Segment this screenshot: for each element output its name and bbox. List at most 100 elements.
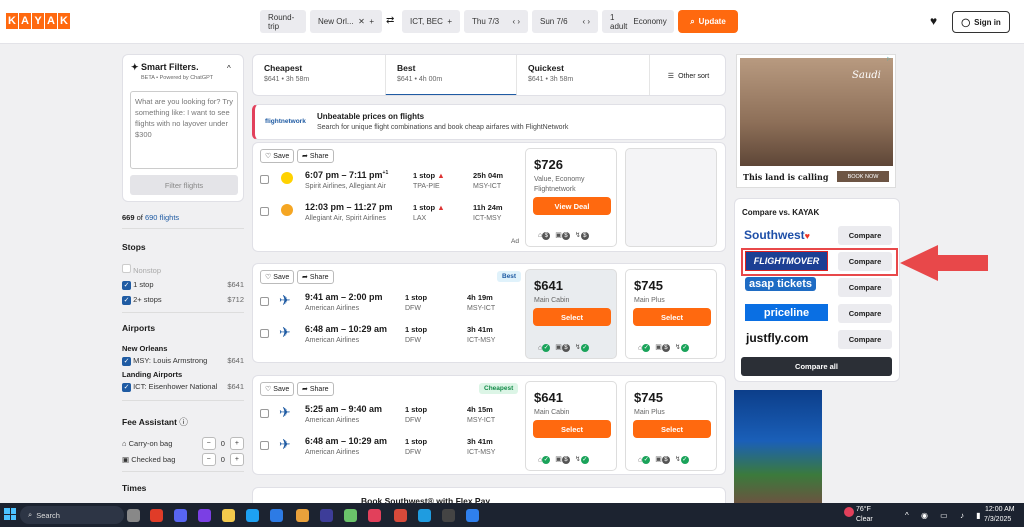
- heart-icon[interactable]: ♥: [930, 14, 937, 28]
- view-deal-button[interactable]: View Deal: [533, 197, 611, 215]
- save-button[interactable]: ♡ Save: [260, 149, 295, 163]
- leg1-route: MSY-ICT: [473, 183, 502, 190]
- add-icon[interactable]: +: [447, 17, 452, 26]
- price-box[interactable]: $726 Value, Economy Flightnetwork View D…: [525, 148, 617, 247]
- save-button[interactable]: ♡ Save: [260, 270, 295, 284]
- filter-flights-button[interactable]: Filter flights: [130, 175, 238, 195]
- book-now-button[interactable]: BOOK NOW: [837, 171, 889, 182]
- task-view-icon[interactable]: [127, 509, 140, 522]
- swap-icon[interactable]: ⇄: [386, 15, 394, 26]
- southwest-logo[interactable]: Southwest♥: [744, 228, 810, 242]
- terminal-icon[interactable]: [442, 509, 455, 522]
- priceline-logo[interactable]: priceline: [745, 304, 828, 321]
- minus-button[interactable]: −: [201, 453, 216, 466]
- result-card-cheapest[interactable]: ♡ Save ➦ Share Cheapest ✈ 5:25 am – 9:40 a…: [252, 375, 726, 475]
- leg-checkbox[interactable]: [260, 329, 269, 338]
- kayak-logo[interactable]: KAYAK: [6, 13, 70, 29]
- smart-filter-input[interactable]: What are you looking for? Try something …: [130, 91, 238, 169]
- select-button[interactable]: Select: [633, 420, 711, 438]
- depart-date-field[interactable]: Thu 7/3 ‹ ›: [464, 10, 528, 33]
- date-arrows-icon[interactable]: ‹ ›: [512, 17, 520, 26]
- price-box-main-plus[interactable]: $745 Main Plus Select ⌂✓ ▣ $ ↯✓: [625, 269, 717, 359]
- price-box-main-cabin[interactable]: $641 Main Cabin Select ⌂✓ ▣ $ ↯✓: [525, 381, 617, 471]
- tab-quickest[interactable]: Quickest $641 • 3h 58m: [517, 55, 649, 95]
- tab-cheapest[interactable]: Cheapest $641 • 3h 58m: [253, 55, 385, 95]
- checkbox-checked[interactable]: ✓: [122, 295, 131, 305]
- result-card-best[interactable]: ♡ Save ➦ Share Best ✈ 9:41 am – 2:00 pm Am…: [252, 263, 726, 363]
- stop-option-2-stops[interactable]: ✓ 2+ stops $712: [122, 295, 244, 305]
- weather-icon: [844, 507, 854, 517]
- select-button[interactable]: Select: [533, 308, 611, 326]
- compare-southwest-button[interactable]: Compare: [838, 226, 892, 245]
- leg-checkbox[interactable]: [260, 409, 269, 418]
- tab-best[interactable]: Best $641 • 4h 00m: [385, 55, 517, 95]
- windows-start-icon[interactable]: [4, 508, 16, 520]
- asap-tickets-logo[interactable]: asap tickets: [745, 277, 816, 291]
- app-icon[interactable]: [198, 509, 211, 522]
- price-box-main-plus[interactable]: $745 Main Plus Select ⌂✓ ▣ $ ↯✓: [625, 381, 717, 471]
- chrome-icon[interactable]: [394, 509, 407, 522]
- compare-priceline-button[interactable]: Compare: [838, 304, 892, 323]
- plus-button[interactable]: +: [229, 437, 244, 450]
- chevron-up-icon[interactable]: ^: [227, 64, 231, 73]
- destination-field[interactable]: ICT, BEC +: [402, 10, 460, 33]
- trip-type-select[interactable]: Round-trip: [260, 10, 306, 33]
- airport-option-msy[interactable]: ✓ MSY: Louis Armstrong $641: [122, 356, 244, 366]
- leg-checkbox[interactable]: [260, 207, 269, 216]
- compare-justfly-button[interactable]: Compare: [838, 330, 892, 349]
- weather-temp[interactable]: 76°F: [856, 506, 871, 513]
- checkbox-checked[interactable]: ✓: [122, 280, 131, 290]
- app-icon[interactable]: [320, 509, 333, 522]
- heart-outline-icon: ♡: [265, 274, 272, 281]
- system-tray-icons[interactable]: ^ ◉ ▭ ♪ ▮: [905, 511, 986, 520]
- price-box-main-cabin[interactable]: $641 Main Cabin Select ⌂✓ ▣ $ ↯✓: [525, 269, 617, 359]
- app-icon[interactable]: [466, 509, 479, 522]
- justfly-logo[interactable]: justfly.com: [746, 331, 808, 345]
- flightnetwork-banner[interactable]: flightnetwork Unbeatable prices on fligh…: [252, 104, 726, 140]
- app-icon[interactable]: [150, 509, 163, 522]
- plus-button[interactable]: +: [229, 453, 244, 466]
- share-button[interactable]: ➦ Share: [297, 382, 334, 396]
- airport-option-ict[interactable]: ✓ ICT: Eisenhower National $641: [122, 382, 244, 392]
- other-sort-button[interactable]: ☰ Other sort: [649, 55, 725, 95]
- compare-title: Compare vs. KAYAK: [742, 208, 820, 217]
- all-flights-link[interactable]: 690 flights: [145, 213, 179, 222]
- origin-field[interactable]: New Orl... ✕ +: [310, 10, 382, 33]
- minus-button[interactable]: −: [201, 437, 216, 450]
- share-button[interactable]: ➦ Share: [297, 270, 334, 284]
- select-button[interactable]: Select: [533, 420, 611, 438]
- leg-checkbox[interactable]: [260, 297, 269, 306]
- app-icon[interactable]: [344, 509, 357, 522]
- select-button[interactable]: Select: [633, 308, 711, 326]
- clock-time[interactable]: 12:00 AM: [985, 506, 1015, 513]
- stop-option-nonstop[interactable]: Nonstop: [122, 264, 244, 275]
- leg-checkbox[interactable]: [260, 441, 269, 450]
- chrome-icon[interactable]: [296, 509, 309, 522]
- file-explorer-icon[interactable]: [222, 509, 235, 522]
- save-button[interactable]: ♡ Save: [260, 382, 295, 396]
- compare-all-button[interactable]: Compare all: [741, 357, 892, 376]
- saudi-ad[interactable]: Saudi This land is calling BOOK NOW ▷: [736, 54, 896, 188]
- adchoices-icon[interactable]: ▷: [887, 56, 891, 62]
- app-icon[interactable]: [368, 509, 381, 522]
- update-button[interactable]: ⌕ Update: [678, 10, 738, 33]
- travelers-field[interactable]: 1 adult Economy: [602, 10, 674, 33]
- app-icon[interactable]: [270, 509, 283, 522]
- weather-condition[interactable]: Clear: [856, 516, 873, 523]
- result-card-ad[interactable]: ♡ Save ➦ Share 6:07 pm – 7:11 pm+1 Spirit …: [252, 142, 726, 252]
- app-icon[interactable]: [174, 509, 187, 522]
- sign-in-button[interactable]: ◯ Sign in: [952, 11, 1010, 33]
- stop-option-1-stop[interactable]: ✓ 1 stop $641: [122, 280, 244, 290]
- clear-icon[interactable]: ✕: [358, 17, 365, 26]
- date-arrows-icon[interactable]: ‹ ›: [582, 17, 590, 26]
- share-button[interactable]: ➦ Share: [297, 149, 334, 163]
- app-icon[interactable]: [418, 509, 431, 522]
- leg-checkbox[interactable]: [260, 175, 269, 184]
- add-icon[interactable]: +: [369, 17, 374, 26]
- clock-date[interactable]: 7/3/2025: [984, 516, 1011, 523]
- edge-icon[interactable]: [246, 509, 259, 522]
- compare-asap-button[interactable]: Compare: [838, 278, 892, 297]
- return-date-field[interactable]: Sun 7/6 ‹ ›: [532, 10, 598, 33]
- taskbar-search[interactable]: ⌕ Search: [20, 506, 124, 524]
- stadium-ad-image[interactable]: [734, 390, 822, 503]
